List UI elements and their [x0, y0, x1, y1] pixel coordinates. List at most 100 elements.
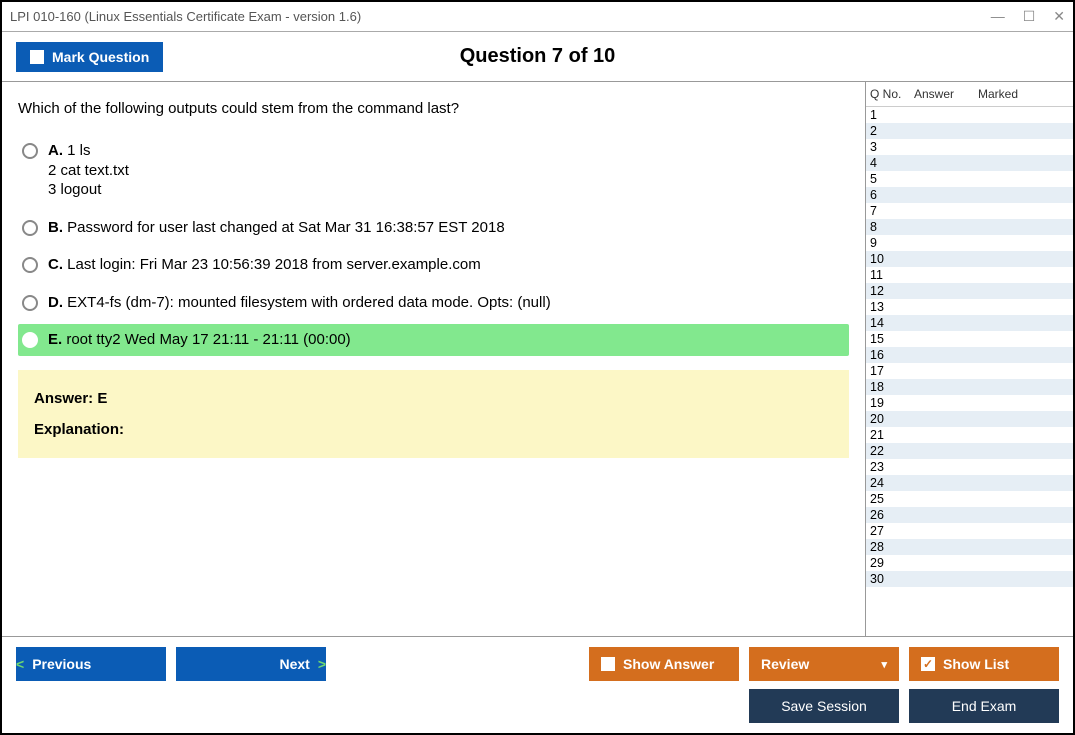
question-list-row[interactable]: 15	[866, 331, 1073, 347]
checkbox-checked-icon	[921, 657, 935, 671]
qno-cell: 8	[870, 220, 914, 234]
question-list-row[interactable]: 22	[866, 443, 1073, 459]
review-dropdown[interactable]: Review ▾	[749, 647, 899, 681]
question-list-row[interactable]: 20	[866, 411, 1073, 427]
option-text: C. Last login: Fri Mar 23 10:56:39 2018 …	[48, 255, 481, 275]
checkbox-icon	[601, 657, 615, 671]
question-list-row[interactable]: 19	[866, 395, 1073, 411]
qno-cell: 27	[870, 524, 914, 538]
question-list-row[interactable]: 27	[866, 523, 1073, 539]
question-list-row[interactable]: 29	[866, 555, 1073, 571]
qno-cell: 15	[870, 332, 914, 346]
end-exam-button[interactable]: End Exam	[909, 689, 1059, 723]
radio-icon[interactable]	[22, 257, 38, 273]
qno-cell: 25	[870, 492, 914, 506]
question-list-row[interactable]: 25	[866, 491, 1073, 507]
question-list-row[interactable]: 2	[866, 123, 1073, 139]
footer-row-2: Save Session End Exam	[16, 689, 1059, 723]
show-list-button[interactable]: Show List	[909, 647, 1059, 681]
close-icon[interactable]: ✕	[1053, 8, 1065, 25]
question-list-row[interactable]: 3	[866, 139, 1073, 155]
show-list-label: Show List	[943, 656, 1009, 672]
next-label: Next	[279, 656, 309, 672]
checkbox-icon	[30, 50, 44, 64]
question-list-row[interactable]: 7	[866, 203, 1073, 219]
qno-cell: 19	[870, 396, 914, 410]
question-list-row[interactable]: 6	[866, 187, 1073, 203]
qno-cell: 9	[870, 236, 914, 250]
qno-cell: 18	[870, 380, 914, 394]
qno-cell: 6	[870, 188, 914, 202]
question-list-row[interactable]: 26	[866, 507, 1073, 523]
question-number-list[interactable]: 1234567891011121314151617181920212223242…	[866, 107, 1073, 636]
answer-box: Answer: E Explanation:	[18, 370, 849, 458]
mark-question-button[interactable]: Mark Question	[16, 42, 163, 72]
question-list-row[interactable]: 16	[866, 347, 1073, 363]
qno-cell: 11	[870, 268, 914, 282]
qno-cell: 16	[870, 348, 914, 362]
footer-row-1: < Previous Next > Show Answer Review ▾ S…	[16, 647, 1059, 681]
option-text: D. EXT4-fs (dm-7): mounted filesystem wi…	[48, 293, 551, 313]
next-button[interactable]: Next >	[176, 647, 326, 681]
question-text: Which of the following outputs could ste…	[18, 100, 849, 117]
mark-question-label: Mark Question	[52, 49, 149, 65]
radio-icon[interactable]	[22, 295, 38, 311]
previous-button[interactable]: < Previous	[16, 647, 166, 681]
option-row[interactable]: C. Last login: Fri Mar 23 10:56:39 2018 …	[18, 249, 849, 281]
window-controls: — ☐ ✕	[991, 8, 1065, 25]
question-list-row[interactable]: 13	[866, 299, 1073, 315]
qno-cell: 28	[870, 540, 914, 554]
radio-icon[interactable]	[22, 143, 38, 159]
option-text: B. Password for user last changed at Sat…	[48, 218, 505, 238]
app-window: LPI 010-160 (Linux Essentials Certificat…	[0, 0, 1075, 735]
previous-label: Previous	[32, 656, 91, 672]
qno-cell: 3	[870, 140, 914, 154]
question-list-row[interactable]: 4	[866, 155, 1073, 171]
chevron-down-icon: ▾	[881, 658, 887, 671]
option-row[interactable]: E. root tty2 Wed May 17 21:11 - 21:11 (0…	[18, 324, 849, 356]
qno-cell: 7	[870, 204, 914, 218]
question-panel: Which of the following outputs could ste…	[2, 82, 865, 636]
option-row[interactable]: A. 1 ls2 cat text.txt3 logout	[18, 135, 849, 206]
question-list-row[interactable]: 9	[866, 235, 1073, 251]
question-list-row[interactable]: 14	[866, 315, 1073, 331]
qno-cell: 4	[870, 156, 914, 170]
question-list-row[interactable]: 12	[866, 283, 1073, 299]
qno-cell: 13	[870, 300, 914, 314]
question-list-sidebar: Q No. Answer Marked 12345678910111213141…	[865, 82, 1073, 636]
qno-cell: 26	[870, 508, 914, 522]
question-list-row[interactable]: 28	[866, 539, 1073, 555]
question-list-row[interactable]: 30	[866, 571, 1073, 587]
col-header-marked: Marked	[978, 87, 1073, 101]
zoom-controls	[16, 695, 28, 718]
option-row[interactable]: D. EXT4-fs (dm-7): mounted filesystem wi…	[18, 287, 849, 319]
radio-icon[interactable]	[22, 220, 38, 236]
show-answer-button[interactable]: Show Answer	[589, 647, 739, 681]
question-list-row[interactable]: 18	[866, 379, 1073, 395]
question-list-row[interactable]: 24	[866, 475, 1073, 491]
question-list-row[interactable]: 17	[866, 363, 1073, 379]
question-list-row[interactable]: 11	[866, 267, 1073, 283]
qno-cell: 29	[870, 556, 914, 570]
answer-label: Answer: E	[34, 390, 833, 407]
question-list-row[interactable]: 10	[866, 251, 1073, 267]
qno-cell: 1	[870, 108, 914, 122]
option-text: A. 1 ls2 cat text.txt3 logout	[48, 141, 129, 200]
col-header-qno: Q No.	[870, 87, 914, 101]
qno-cell: 10	[870, 252, 914, 266]
qno-cell: 14	[870, 316, 914, 330]
radio-icon[interactable]	[22, 332, 38, 348]
save-session-button[interactable]: Save Session	[749, 689, 899, 723]
qno-cell: 24	[870, 476, 914, 490]
qno-cell: 5	[870, 172, 914, 186]
question-list-row[interactable]: 1	[866, 107, 1073, 123]
minimize-icon[interactable]: —	[991, 8, 1005, 25]
qno-cell: 21	[870, 428, 914, 442]
window-title: LPI 010-160 (Linux Essentials Certificat…	[10, 9, 361, 24]
maximize-icon[interactable]: ☐	[1023, 8, 1036, 25]
question-list-row[interactable]: 21	[866, 427, 1073, 443]
question-list-row[interactable]: 23	[866, 459, 1073, 475]
question-list-row[interactable]: 5	[866, 171, 1073, 187]
question-list-row[interactable]: 8	[866, 219, 1073, 235]
option-row[interactable]: B. Password for user last changed at Sat…	[18, 212, 849, 244]
